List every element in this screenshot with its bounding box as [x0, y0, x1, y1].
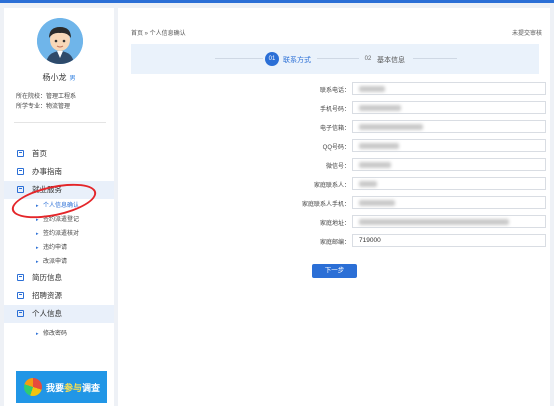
- step-line: [317, 58, 359, 59]
- form-row-wechat: 微信号：: [118, 158, 550, 172]
- sub-item-contract-check[interactable]: 签约派遣核对: [4, 227, 114, 241]
- form-row-phone: 联系电话：: [118, 82, 550, 96]
- form-row-address: 家庭地址：: [118, 215, 550, 229]
- pie-chart-icon: [24, 378, 42, 396]
- sidebar-item-recruit[interactable]: 招聘资源: [4, 287, 114, 305]
- sidebar-item-guide[interactable]: 办事指南: [4, 163, 114, 181]
- wechat-field[interactable]: [352, 158, 546, 171]
- profile-icon: [17, 310, 24, 317]
- school-row: 所在院校：管理工程系: [16, 94, 77, 100]
- step-1-label: 联系方式: [283, 57, 311, 64]
- step-2-label: 基本信息: [377, 57, 405, 64]
- form-row-family-mobile: 家庭联系人手机：: [118, 196, 550, 210]
- sidebar-item-home[interactable]: 首页: [4, 145, 114, 163]
- user-name: 杨小龙男: [4, 72, 114, 83]
- next-button[interactable]: 下一步: [312, 264, 357, 278]
- step-indicator: 01 联系方式 02 基本信息: [131, 44, 539, 74]
- guide-icon: [17, 168, 24, 175]
- top-accent-bar: [0, 0, 554, 3]
- step-1-number: 01: [265, 52, 279, 66]
- main-panel: 首页 » 个人信息确认 未提交审核 01 联系方式 02 基本信息 联系电话： …: [118, 8, 550, 406]
- sub-item-reassign-apply[interactable]: 改派申请: [4, 255, 114, 269]
- survey-button[interactable]: 我要参与调查: [16, 371, 107, 403]
- sidebar-item-profile[interactable]: 个人信息: [4, 305, 114, 323]
- resume-icon: [17, 274, 24, 281]
- form-row-mobile: 手机号码：: [118, 101, 550, 115]
- divider: [14, 122, 106, 123]
- sub-item-breach-apply[interactable]: 违约申请: [4, 241, 114, 255]
- sidebar-item-resume[interactable]: 简历信息: [4, 269, 114, 287]
- sidebar: 杨小龙男 所在院校：管理工程系 所学专业：物流管理 首页 办事指南 就业服务 个…: [4, 8, 114, 406]
- avatar: [37, 18, 83, 64]
- mobile-field[interactable]: [352, 101, 546, 114]
- phone-field[interactable]: [352, 82, 546, 95]
- gender-tag: 男: [69, 76, 76, 82]
- sub-item-personal-info-confirm[interactable]: 个人信息确认: [4, 199, 114, 213]
- form-row-email: 电子信箱：: [118, 120, 550, 134]
- recruit-icon: [17, 292, 24, 299]
- qq-field[interactable]: [352, 139, 546, 152]
- sub-item-change-password[interactable]: 修改密码: [4, 327, 114, 341]
- user-avatar-icon: [37, 18, 83, 64]
- major-row: 所学专业：物流管理: [16, 104, 71, 110]
- email-field[interactable]: [352, 120, 546, 133]
- breadcrumb: 首页 » 个人信息确认: [131, 31, 186, 37]
- user-info: 所在院校：管理工程系 所学专业：物流管理: [16, 92, 111, 112]
- step-line: [413, 58, 457, 59]
- address-field[interactable]: [352, 215, 546, 228]
- employment-icon: [17, 186, 24, 193]
- form-row-family-contact: 家庭联系人：: [118, 177, 550, 191]
- user-name-text: 杨小龙: [42, 73, 67, 82]
- survey-text: 我要参与调查: [46, 383, 101, 393]
- step-2-number: 02: [364, 56, 372, 62]
- postcode-field[interactable]: 719000: [352, 234, 546, 247]
- school-value: 管理工程系: [46, 94, 77, 100]
- step-line: [215, 58, 263, 59]
- family-contact-field[interactable]: [352, 177, 546, 190]
- home-icon: [17, 150, 24, 157]
- family-mobile-field[interactable]: [352, 196, 546, 209]
- status-text: 未提交审核: [511, 31, 542, 37]
- sidebar-item-employment[interactable]: 就业服务: [4, 181, 114, 199]
- sub-item-contract-register[interactable]: 签约派遣登记: [4, 213, 114, 227]
- major-value: 物流管理: [46, 104, 71, 110]
- sidebar-nav: 首页 办事指南 就业服务 个人信息确认 签约派遣登记 签约派遣核对 违约申请 改…: [4, 145, 114, 341]
- form-row-postcode: 家庭邮编： 719000: [118, 234, 550, 248]
- form-row-qq: QQ号码：: [118, 139, 550, 153]
